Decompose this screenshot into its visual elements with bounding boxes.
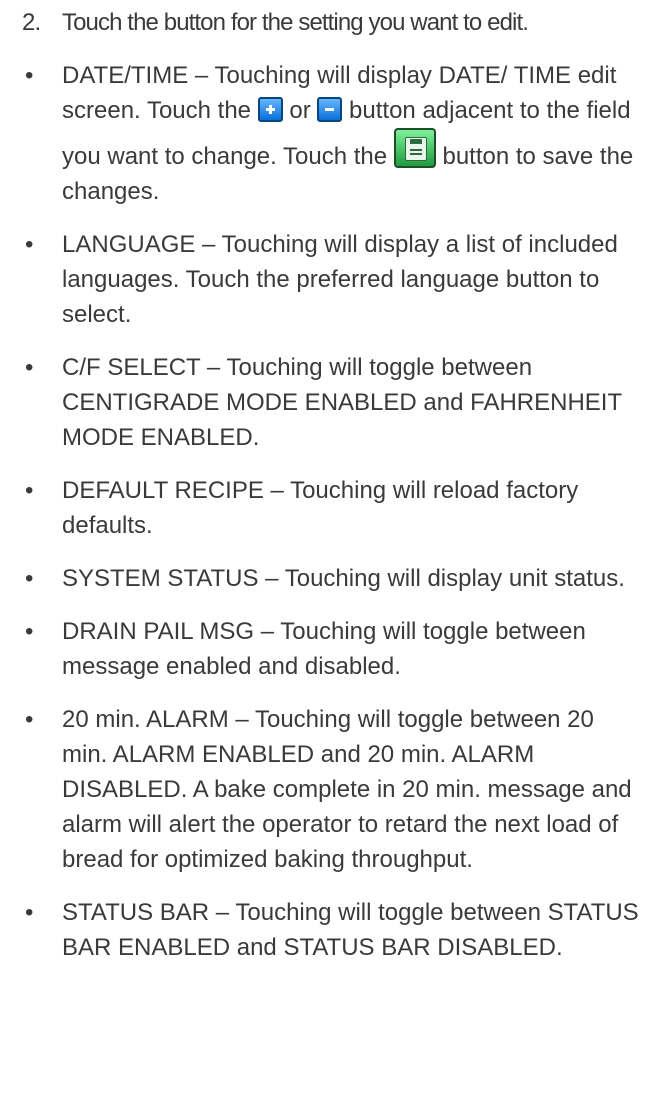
item-text: 20 min. ALARM – Touching will toggle bet… [62,706,632,873]
bullet: • [25,618,34,645]
bullet: • [25,899,34,926]
bullet: • [25,477,34,504]
list-item-default-recipe: • DEFAULT RECIPE – Touching will reload … [0,473,654,543]
item-text: SYSTEM STATUS – Touching will display un… [62,565,625,592]
minus-icon [317,97,343,122]
list-item-system-status: • SYSTEM STATUS – Touching will display … [0,561,654,596]
save-icon [393,128,436,168]
bullet: • [25,231,34,258]
step-instruction: 2. Touch the button for the setting you w… [22,6,529,40]
step-number: 2. [22,9,41,36]
item-text: LANGUAGE – Touching will display a list … [62,231,618,328]
list-item-language: • LANGUAGE – Touching will display a lis… [0,227,654,332]
item-text: C/F SELECT – Touching will toggle betwee… [62,354,622,451]
bullet: • [25,354,34,381]
manual-page: 2. Touch the button for the setting you w… [0,0,654,1114]
list-item-date-time: • DATE/TIME – Touching will display DATE… [0,58,654,209]
list-item-drain-pail-msg: • DRAIN PAIL MSG – Touching will toggle … [0,614,654,684]
bullet: • [25,62,34,89]
item-text: DRAIN PAIL MSG – Touching will toggle be… [62,618,586,680]
settings-list: • DATE/TIME – Touching will display DATE… [0,58,654,983]
bullet: • [25,706,34,733]
list-item-status-bar: • STATUS BAR – Touching will toggle betw… [0,895,654,965]
bullet: • [25,565,34,592]
item-text: DEFAULT RECIPE – Touching will reload fa… [62,477,579,539]
item-text: STATUS BAR – Touching will toggle betwee… [62,899,639,961]
plus-icon [257,97,283,122]
list-item-cf-select: • C/F SELECT – Touching will toggle betw… [0,350,654,455]
list-item-20-min-alarm: • 20 min. ALARM – Touching will toggle b… [0,702,654,877]
item-text: DATE/TIME – Touching will display DATE/ … [62,62,634,205]
step-text: Touch the button for the setting you wan… [62,9,529,36]
